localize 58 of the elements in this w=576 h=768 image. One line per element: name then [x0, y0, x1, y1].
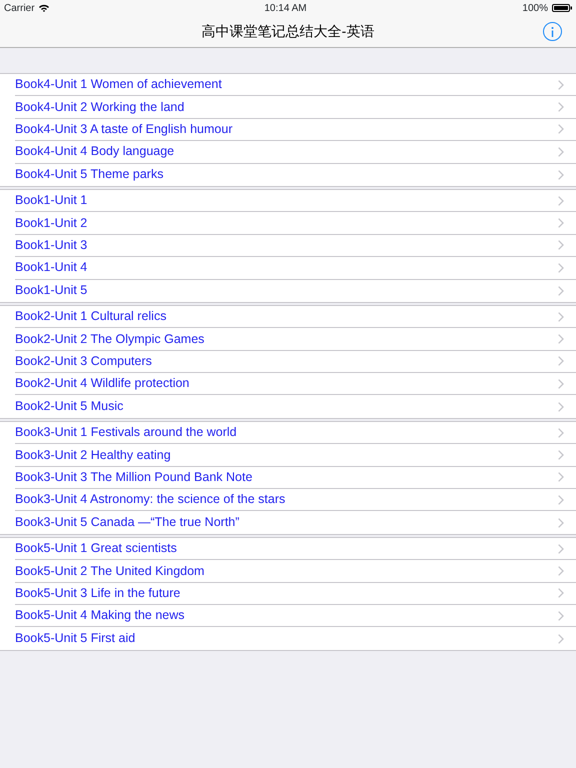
chevron-icon: [558, 518, 564, 528]
chevron-icon: [558, 124, 564, 134]
chevron-icon: [558, 566, 564, 576]
list-item[interactable]: Book2-Unit 5 Music: [15, 397, 124, 416]
list-item[interactable]: Book5-Unit 4 Making the news: [15, 606, 185, 626]
list-item[interactable]: Book4-Unit 5 Theme parks: [15, 165, 164, 184]
carrier-text: Carrier: [4, 2, 35, 16]
chevron-icon: [558, 80, 564, 90]
list-item[interactable]: Book2-Unit 2 The Olympic Games: [15, 330, 204, 348]
chevron-icon: [558, 312, 564, 322]
battery-icon: [552, 4, 572, 12]
chevron-icon: [558, 240, 564, 250]
chevron-icon: [558, 262, 564, 273]
chevron-icon: [558, 334, 564, 344]
battery-text: 100%: [522, 2, 548, 16]
list-item[interactable]: Book1-Unit 2: [15, 214, 88, 232]
chevron-icon: [558, 494, 564, 505]
clock-text: 10:14 AM: [264, 2, 307, 16]
list-item[interactable]: Book2-Unit 4 Wildlife protection: [15, 374, 190, 394]
wifi-icon: [38, 4, 49, 12]
chevron-icon: [558, 544, 564, 554]
chevron-icon: [558, 450, 564, 460]
list-item[interactable]: Book3-Unit 2 Healthy eating: [15, 446, 171, 464]
list-item[interactable]: Book3-Unit 1 Festivals around the world: [15, 423, 237, 442]
chevron-icon: [558, 170, 564, 180]
chevron-icon: [558, 286, 564, 296]
chevron-icon: [558, 588, 564, 598]
chevron-icon: [558, 146, 564, 157]
nav-title: 高中课堂笔记总结大全-英语: [202, 22, 374, 41]
info-icon: [551, 26, 554, 36]
list-item[interactable]: Book1-Unit 3: [15, 236, 88, 255]
list-item[interactable]: Book3-Unit 5 Canada —“The true North”: [15, 513, 240, 532]
chevron-icon: [558, 218, 564, 228]
chevron-icon: [558, 634, 564, 644]
list-item[interactable]: Book5-Unit 5 First aid: [15, 629, 136, 648]
list-item[interactable]: Book5-Unit 1 Great scientists: [15, 539, 177, 558]
chevron-icon: [558, 102, 564, 112]
list-item[interactable]: Book2-Unit 1 Cultural relics: [15, 307, 166, 326]
list-item[interactable]: Book1-Unit 5: [15, 281, 88, 300]
chevron-icon: [558, 610, 564, 621]
chevron-icon: [558, 196, 564, 206]
list-item[interactable]: Book4-Unit 1 Women of achievement: [15, 75, 222, 94]
list-item[interactable]: Book4-Unit 2 Working the land: [15, 98, 184, 116]
list-item[interactable]: Book3-Unit 4 Astronomy: the science of the stars: [15, 490, 286, 510]
list-item[interactable]: Book5-Unit 3 Life in the future: [15, 584, 180, 603]
chevron-icon: [558, 472, 564, 482]
list-item[interactable]: Book1-Unit 4: [15, 258, 88, 278]
list-item[interactable]: Book5-Unit 2 The United Kingdom: [15, 562, 204, 580]
list-item[interactable]: Book4-Unit 4 Body language: [15, 142, 174, 162]
chevron-icon: [558, 378, 564, 389]
chevron-icon: [558, 402, 564, 412]
list-item[interactable]: Book3-Unit 3 The Million Pound Bank Note: [15, 468, 252, 487]
info-button[interactable]: [543, 22, 562, 41]
list-item[interactable]: Book1-Unit 1: [15, 191, 88, 210]
chevron-icon: [558, 356, 564, 366]
list-item[interactable]: Book2-Unit 3 Computers: [15, 352, 152, 371]
list-item[interactable]: Book4-Unit 3 A taste of English humour: [15, 120, 232, 139]
chevron-icon: [558, 428, 564, 438]
